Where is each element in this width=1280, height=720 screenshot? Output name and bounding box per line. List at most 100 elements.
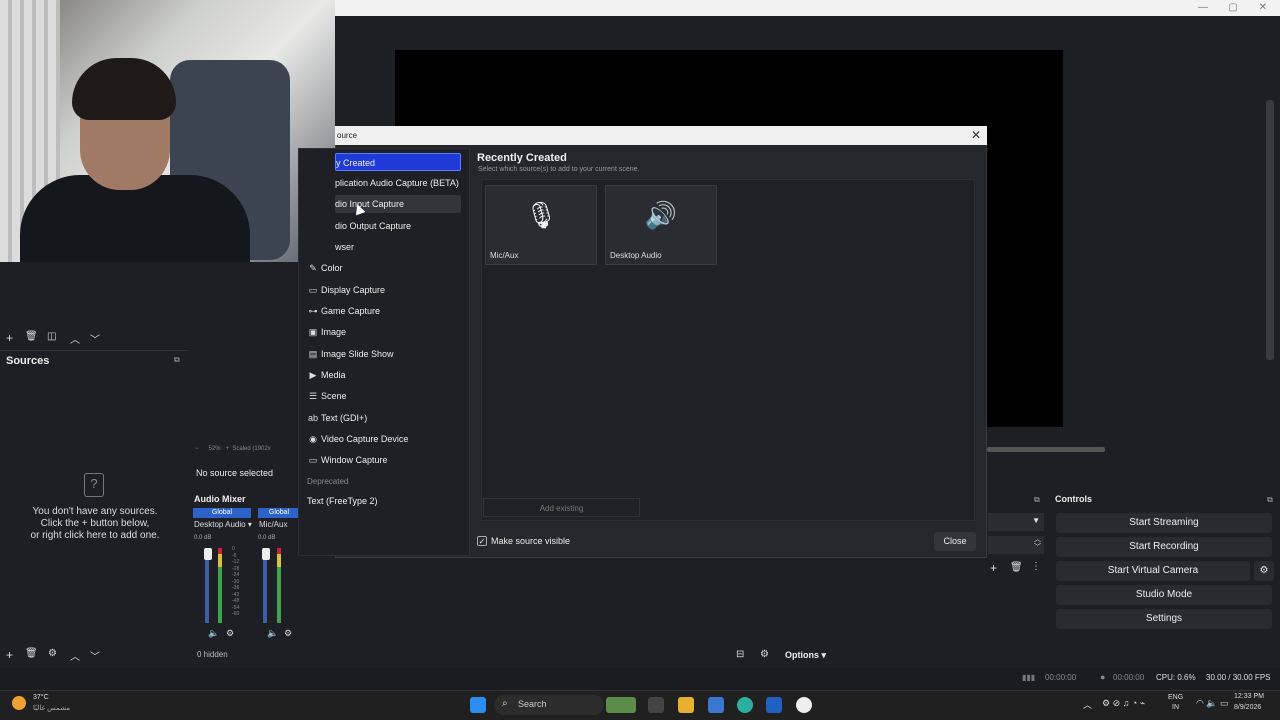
taskbar-search[interactable]: ⌕ Search xyxy=(494,695,604,715)
minimize-button[interactable]: — xyxy=(1186,0,1220,16)
fps-readout: 30.00 / 30.00 FPS xyxy=(1206,673,1271,682)
chevron-down-icon[interactable]: ﹀ xyxy=(90,331,100,346)
channel-name[interactable]: Mic/Aux xyxy=(259,520,287,529)
window-close-button[interactable]: ✕ xyxy=(1246,0,1280,16)
make-visible-checkbox[interactable]: ✓ xyxy=(477,536,487,546)
type-item[interactable]: plication Audio Capture (BETA) xyxy=(335,174,461,192)
gear-icon[interactable]: ⚙ xyxy=(48,648,57,659)
controls-header: Controls xyxy=(1055,494,1092,504)
search-icon: ⌕ xyxy=(502,698,508,709)
undock-icon[interactable]: ⧉ xyxy=(1034,495,1040,505)
horizontal-scrollbar[interactable] xyxy=(987,447,1105,452)
type-item[interactable]: dio Output Capture xyxy=(335,217,461,235)
recent-tile-desktop-audio[interactable]: 🔊 Desktop Audio xyxy=(605,185,717,265)
hidden-count[interactable]: 0 hidden xyxy=(197,650,228,659)
type-item-label: Color xyxy=(321,263,343,273)
left-dock xyxy=(0,262,190,668)
gear-icon[interactable]: ⚙ xyxy=(284,628,292,639)
app-icon[interactable] xyxy=(708,697,724,713)
volume-fader[interactable] xyxy=(262,548,270,560)
filter-icon[interactable]: ◫ xyxy=(47,331,56,342)
type-item[interactable]: ✎ Color xyxy=(305,259,461,277)
weather-icon[interactable] xyxy=(12,696,26,710)
start-recording-button[interactable]: Start Recording xyxy=(1056,537,1272,557)
speaker-icon[interactable]: 🔈 xyxy=(208,628,219,639)
edge-icon[interactable] xyxy=(737,697,753,713)
person-hair xyxy=(72,58,176,120)
type-item-text-freetype[interactable]: Text (FreeType 2) xyxy=(305,492,461,510)
recent-tile-mic-aux[interactable]: 🎙 Mic/Aux xyxy=(485,185,597,265)
file-icon[interactable] xyxy=(648,697,664,713)
obs-icon[interactable] xyxy=(796,697,812,713)
trash-icon[interactable]: 🗑 xyxy=(1010,562,1023,573)
recently-created-subtitle: Select which source(s) to add to your cu… xyxy=(478,166,640,173)
plus-icon[interactable]: + xyxy=(990,561,997,575)
windows-start-icon[interactable] xyxy=(470,697,486,713)
type-item[interactable]: ⊶ Game Capture xyxy=(305,302,461,320)
speaker-icon: 🔊 xyxy=(644,200,678,230)
chevron-up-icon[interactable]: ︿ xyxy=(70,331,80,346)
recently-created-title: Recently Created xyxy=(477,152,567,164)
speaker-icon[interactable]: 🔈 xyxy=(267,628,278,639)
trash-icon[interactable]: 🗑 xyxy=(25,331,38,342)
type-item[interactable]: ab Text (GDI+) xyxy=(305,409,461,427)
channel-name[interactable]: Desktop Audio ▾ xyxy=(194,520,252,529)
chevron-down-icon[interactable]: ﹀ xyxy=(90,648,100,663)
wifi-icon[interactable]: ◠ 🔈 ▭ xyxy=(1196,698,1229,709)
options-menu[interactable]: Options ▾ xyxy=(785,650,826,661)
add-existing-button[interactable]: Add existing xyxy=(483,498,640,517)
start-streaming-button[interactable]: Start Streaming xyxy=(1056,513,1272,533)
type-item[interactable]: ▶ Media xyxy=(305,366,461,384)
volume-fader[interactable] xyxy=(204,548,212,560)
dialog-close-icon[interactable]: ✕ xyxy=(966,126,986,145)
scenes-toolbar: + 🗑 ◫ ︿ ﹀ xyxy=(4,331,184,346)
zoom-controls[interactable]: − 52% + Scaled (1902x xyxy=(195,446,271,452)
record-icon: ● xyxy=(1100,672,1106,682)
plus-icon[interactable]: + xyxy=(6,331,13,345)
type-item[interactable]: ▭ Display Capture xyxy=(305,281,461,299)
type-item[interactable]: wser xyxy=(335,238,461,256)
plus-icon[interactable]: + xyxy=(6,648,13,662)
gear-icon[interactable]: ⚙ xyxy=(760,649,769,660)
cpu-usage: CPU: 0.6% xyxy=(1156,673,1196,682)
type-item[interactable]: ▣ Image xyxy=(305,323,461,341)
type-item-label: Text (FreeType 2) xyxy=(307,496,378,506)
gear-icon[interactable]: ⚙ xyxy=(226,628,234,639)
undock-icon[interactable]: ⧉ xyxy=(1267,495,1273,505)
type-item[interactable]: ▭ Window Capture xyxy=(305,451,461,469)
studio-mode-button[interactable]: Studio Mode xyxy=(1056,585,1272,605)
type-item-label: Media xyxy=(321,370,346,380)
undock-icon[interactable]: ⧉ xyxy=(174,355,180,365)
weather-desc: مشمس غالبًا xyxy=(33,705,71,712)
gear-icon[interactable]: ⚙ xyxy=(1254,561,1274,581)
type-item[interactable]: y Created xyxy=(335,153,461,171)
type-item[interactable]: ☰ Scene xyxy=(305,387,461,405)
weather-temp[interactable]: 37°C xyxy=(33,694,49,701)
type-item-label: wser xyxy=(335,242,355,252)
chevron-up-icon[interactable]: ︿ xyxy=(70,648,80,663)
global-tag: Global xyxy=(193,508,251,518)
folder-icon[interactable] xyxy=(678,697,694,713)
type-item[interactable]: ◉ Video Capture Device xyxy=(305,430,461,448)
type-item-icon: ⊶ xyxy=(308,306,318,316)
maximize-button[interactable]: ▢ xyxy=(1216,0,1250,16)
divider xyxy=(0,350,188,351)
start-virtual-camera-button[interactable]: Start Virtual Camera xyxy=(1056,561,1250,581)
more-icon[interactable]: ⋮ xyxy=(1031,561,1041,572)
dialog-close-button[interactable]: Close xyxy=(934,532,976,551)
sources-empty-text[interactable]: You don't have any sources. Click the + … xyxy=(20,506,170,542)
trash-icon[interactable]: 🗑 xyxy=(25,648,38,659)
chevron-up-icon[interactable]: ︿ xyxy=(1083,698,1092,711)
transition-select[interactable]: ▼ xyxy=(988,513,1044,531)
settings-button[interactable]: Settings xyxy=(1056,609,1272,629)
duration-spinbox[interactable]: ︿ ﹀ xyxy=(988,536,1044,554)
vertical-scrollbar[interactable] xyxy=(1266,100,1274,360)
layout-icon[interactable]: ⊟ xyxy=(736,649,744,660)
widget-icon[interactable] xyxy=(606,697,636,713)
type-item[interactable]: ▤ Image Slide Show xyxy=(305,345,461,363)
store-icon[interactable] xyxy=(766,697,782,713)
clock-time[interactable]: 12:33 PM xyxy=(1234,693,1264,700)
type-item-icon: ▶ xyxy=(309,370,317,380)
tray-icons[interactable]: ⚙ ⊘ ♫ ◔ ⌁ xyxy=(1102,698,1145,709)
lang-indicator[interactable]: ENG xyxy=(1168,694,1183,701)
